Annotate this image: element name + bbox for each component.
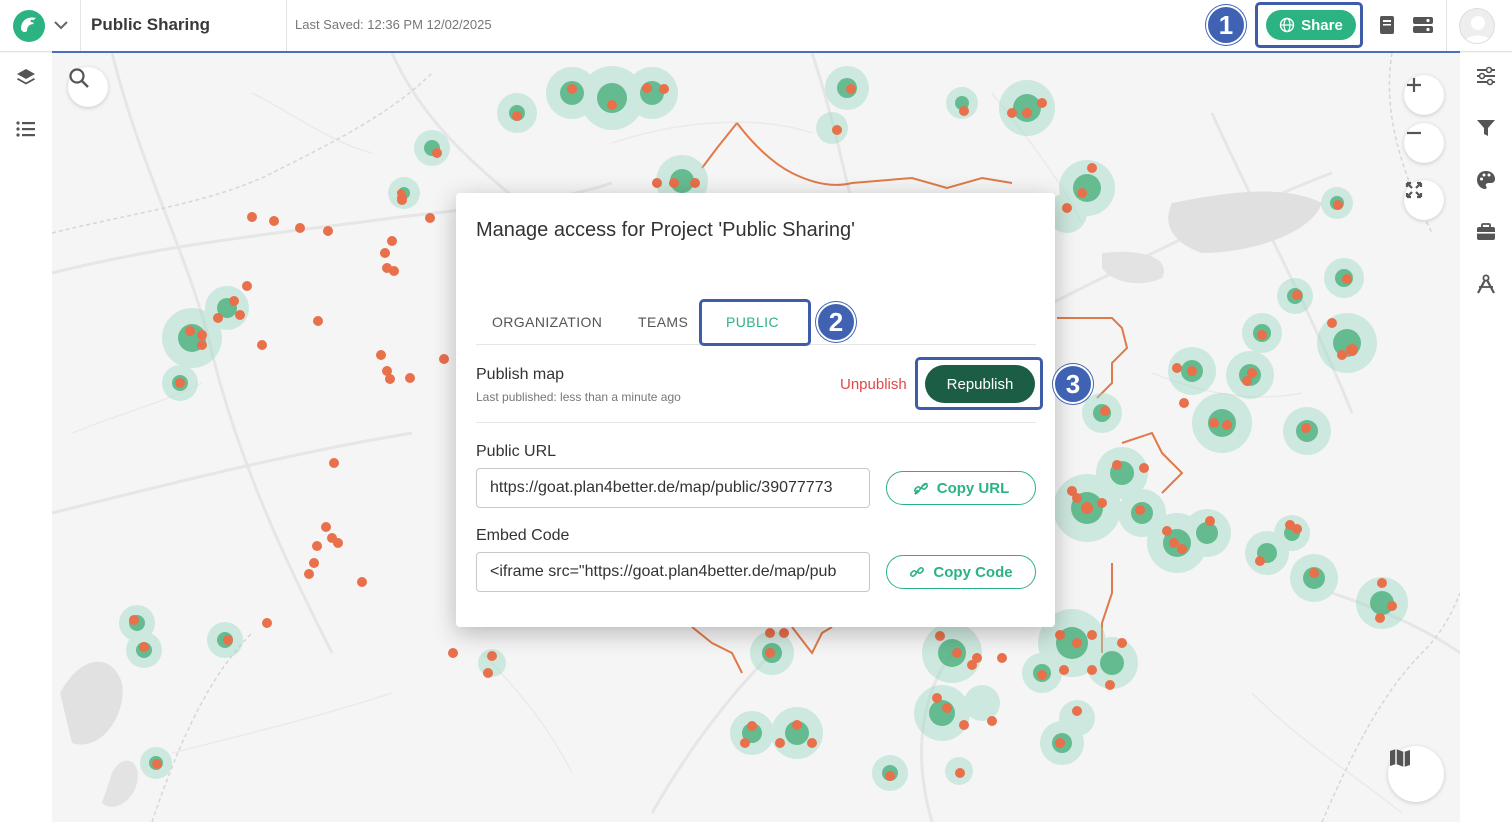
copy-code-label: Copy Code — [933, 563, 1013, 581]
last-published-text: Last published: less than a minute ago — [476, 390, 681, 404]
map-search-button[interactable] — [68, 67, 108, 107]
top-bar: Public Sharing Last Saved: 12:36 PM 12/0… — [0, 0, 1512, 52]
toolbox-icon[interactable] — [1475, 221, 1497, 243]
divider — [80, 0, 81, 52]
palette-icon[interactable] — [1475, 169, 1497, 191]
zoom-out-icon — [1407, 131, 1421, 135]
fullscreen-button[interactable] — [1404, 180, 1444, 220]
copy-url-label: Copy URL — [936, 479, 1010, 497]
step-badge-1: 1 — [1206, 5, 1246, 45]
project-title[interactable]: Public Sharing — [91, 15, 210, 35]
dialog-title: Manage access for Project 'Public Sharin… — [476, 219, 855, 241]
public-url-label: Public URL — [476, 443, 557, 460]
dashboard-toggle-icon[interactable] — [1412, 14, 1434, 36]
basemap-button[interactable] — [1388, 746, 1444, 802]
share-dialog: Manage access for Project 'Public Sharin… — [456, 193, 1055, 627]
zoom-in-button[interactable] — [1404, 75, 1444, 115]
goat-logo-icon[interactable] — [12, 9, 46, 43]
sliders-icon[interactable] — [1475, 65, 1497, 87]
book-icon[interactable] — [1376, 14, 1398, 36]
right-sidebar — [1460, 53, 1512, 822]
zoom-in-icon — [1407, 78, 1421, 92]
step-badge-2: 2 — [816, 302, 856, 342]
unpublish-button[interactable]: Unpublish — [840, 376, 907, 393]
tab-organization[interactable]: ORGANIZATION — [492, 314, 602, 330]
tools-icon[interactable] — [1475, 273, 1497, 295]
divider — [476, 422, 1036, 423]
republish-highlight — [915, 357, 1043, 410]
link-icon — [910, 566, 925, 578]
embed-code-label: Embed Code — [476, 527, 570, 544]
list-icon[interactable] — [15, 118, 37, 140]
search-icon — [69, 68, 89, 88]
layers-icon[interactable] — [15, 67, 37, 89]
tab-teams[interactable]: TEAMS — [638, 314, 688, 330]
public-tab-highlight — [699, 299, 811, 346]
divider — [286, 0, 287, 52]
user-icon — [1464, 16, 1492, 43]
share-button[interactable]: Share — [1266, 10, 1356, 40]
left-sidebar — [0, 53, 52, 822]
avatar[interactable] — [1459, 8, 1495, 44]
copy-url-button[interactable]: Copy URL — [886, 471, 1036, 505]
copy-code-button[interactable]: Copy Code — [886, 555, 1036, 589]
zoom-out-button[interactable] — [1404, 123, 1444, 163]
fullscreen-icon — [1405, 181, 1423, 199]
filter-icon[interactable] — [1475, 117, 1497, 139]
chevron-down-icon[interactable] — [52, 16, 70, 34]
embed-code-field[interactable]: <iframe src="https://goat.plan4better.de… — [476, 552, 870, 592]
globe-icon — [1279, 17, 1295, 33]
publish-map-label: Publish map — [476, 366, 565, 383]
link-icon — [913, 482, 928, 495]
divider — [1446, 0, 1447, 52]
basemap-icon — [1390, 749, 1410, 767]
step-badge-3: 3 — [1053, 364, 1093, 404]
last-saved-text: Last Saved: 12:36 PM 12/02/2025 — [295, 17, 492, 32]
share-label: Share — [1301, 16, 1343, 34]
public-url-field[interactable]: https://goat.plan4better.de/map/public/3… — [476, 468, 870, 508]
